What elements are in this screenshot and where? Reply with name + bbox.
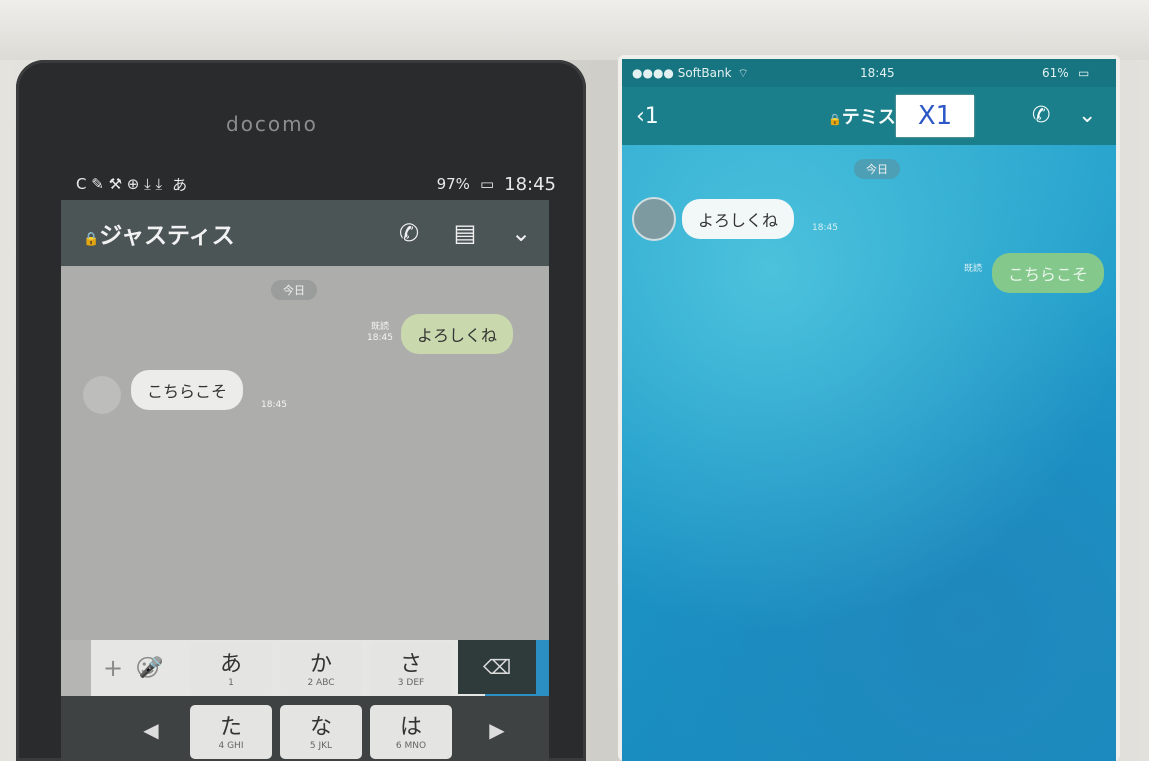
phone-icon[interactable]: ✆ xyxy=(1032,103,1050,128)
key-ta[interactable]: た4 GHI xyxy=(190,705,272,759)
chat-area: 今日 よろしくね 18:45 既読 こちらこそ xyxy=(622,145,1116,761)
desk-background xyxy=(0,0,1149,60)
key-ha[interactable]: は6 MNO xyxy=(370,705,452,759)
clock: 18:45 xyxy=(860,66,895,80)
ime-indicator: あ xyxy=(172,175,188,194)
battery-percent: 97% xyxy=(436,175,470,193)
note-icon[interactable]: ▤ xyxy=(437,219,493,247)
iphone: ●●●● SoftBank ⌔ 18:45 61% ▭ ‹1 🔒テミス ✆ ⌄ … xyxy=(618,55,1120,761)
notification-icons: C ✎ ⚒ ⊕ ⤓ ⤓ xyxy=(76,175,163,193)
avatar[interactable] xyxy=(632,197,676,241)
key-sa[interactable]: さ3 DEF xyxy=(370,642,452,696)
chat-area: 今日 既読 18:45 よろしくね こちらこそ 18:45 xyxy=(61,266,549,640)
date-label: 今日 xyxy=(271,280,317,300)
key-ka[interactable]: か2 ABC xyxy=(280,642,362,696)
iphone-status-bar: ●●●● SoftBank ⌔ 18:45 61% ▭ xyxy=(622,59,1116,87)
iphone-screen: ●●●● SoftBank ⌔ 18:45 61% ▭ ‹1 🔒テミス ✆ ⌄ … xyxy=(622,59,1116,761)
phone-icon[interactable]: ✆ xyxy=(381,219,437,247)
android-status-bar: C ✎ ⚒ ⊕ ⤓ ⤓ あ 97% ▭ 18:45 xyxy=(76,170,556,198)
message-time: 18:45 xyxy=(812,223,838,233)
mic-icon[interactable]: 🎤 xyxy=(112,640,190,694)
sent-message[interactable]: こちらこそ xyxy=(992,253,1105,293)
message-time: 18:45 xyxy=(261,400,287,410)
chevron-down-icon[interactable]: ⌄ xyxy=(493,219,549,247)
sent-message[interactable]: よろしくね xyxy=(401,314,514,354)
battery-icon: ▭ xyxy=(1078,66,1090,80)
right-arrow-icon[interactable]: ▶ xyxy=(458,703,536,757)
carrier-logo: docomo xyxy=(226,112,318,136)
redaction-label: X1 xyxy=(896,95,974,137)
lock-icon: 🔒 xyxy=(83,232,100,247)
key-na[interactable]: な5 JKL xyxy=(280,705,362,759)
wifi-icon: ⌔ xyxy=(737,65,749,80)
chat-title: 🔒ジャスティス xyxy=(83,223,235,249)
date-label: 今日 xyxy=(854,159,900,179)
received-message[interactable]: よろしくね xyxy=(682,199,795,239)
chat-header: ‹1 🔒テミス ✆ ⌄ xyxy=(622,87,1116,145)
battery-icon: ▭ xyxy=(479,175,495,193)
read-receipt: 既読 xyxy=(964,264,983,274)
avatar[interactable] xyxy=(83,376,121,414)
clock: 18:45 xyxy=(504,173,556,195)
chevron-down-icon[interactable]: ⌄ xyxy=(1078,103,1096,128)
chat-title: 🔒テミス xyxy=(828,107,896,128)
key-a[interactable]: あ1 xyxy=(190,642,272,696)
read-receipt: 既読 18:45 xyxy=(367,322,393,343)
battery-percent: 61% xyxy=(1042,66,1069,80)
left-arrow-icon[interactable]: ◀ xyxy=(112,703,190,757)
carrier-label: ●●●● SoftBank xyxy=(632,66,732,80)
backspace-icon[interactable]: ⌫ xyxy=(458,640,536,694)
received-message[interactable]: こちらこそ xyxy=(131,370,244,410)
lock-icon: 🔒 xyxy=(828,113,842,126)
back-button[interactable]: ‹1 xyxy=(636,104,696,129)
chat-header: 🔒ジャスティス ✆ ▤ ⌄ xyxy=(61,200,549,266)
